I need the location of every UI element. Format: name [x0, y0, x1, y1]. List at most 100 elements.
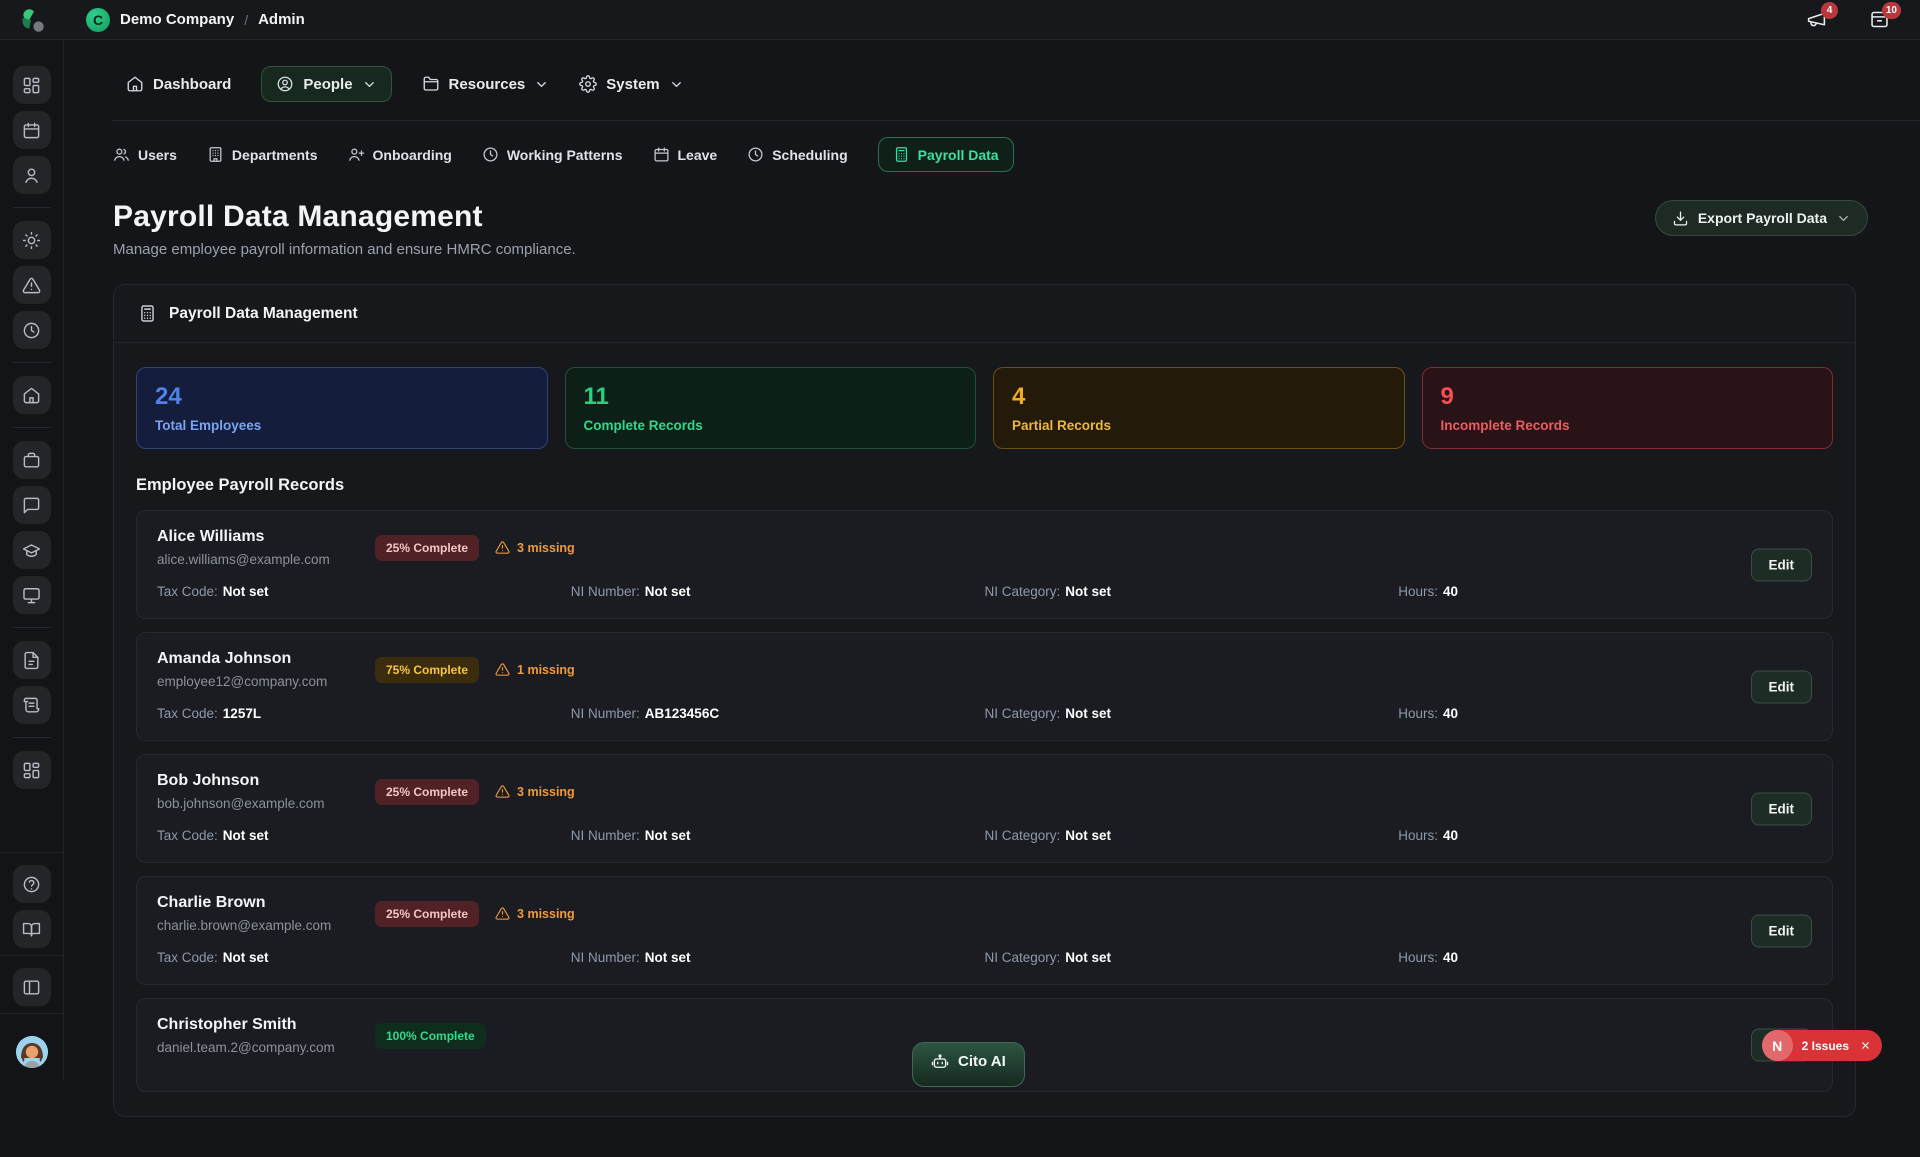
breadcrumb-section[interactable]: Admin — [258, 11, 305, 28]
app-logo[interactable] — [0, 5, 64, 35]
sidebar-item-learning[interactable] — [13, 531, 51, 569]
gear-icon — [579, 75, 597, 93]
employee-row: Bob Johnson bob.johnson@example.com 25% … — [136, 754, 1833, 863]
sun-icon — [22, 231, 41, 250]
breadcrumb-separator: / — [244, 12, 248, 28]
warning-triangle-icon — [495, 540, 510, 555]
chevron-down-icon — [534, 77, 549, 92]
sidebar-item-apps[interactable] — [13, 751, 51, 789]
field-ni-number: NI Number:Not set — [571, 584, 985, 599]
company-logo-icon — [17, 5, 47, 35]
sidebar-divider — [13, 737, 51, 738]
employee-row: Charlie Brown charlie.brown@example.com … — [136, 876, 1833, 985]
sidebar-item-history[interactable] — [13, 311, 51, 349]
tab-working-patterns[interactable]: Working Patterns — [482, 146, 623, 163]
user-avatar[interactable] — [16, 1036, 48, 1068]
field-tax-code: Tax Code:Not set — [157, 828, 571, 843]
completion-badge: 25% Complete — [375, 535, 479, 561]
payroll-panel: Payroll Data Management 24 Total Employe… — [113, 284, 1856, 1117]
sidebar-item-docs[interactable] — [13, 910, 51, 948]
sidebar-item-messages[interactable] — [13, 486, 51, 524]
export-payroll-button[interactable]: Export Payroll Data — [1655, 200, 1868, 236]
field-tax-code: Tax Code:Not set — [157, 584, 571, 599]
edit-button[interactable]: Edit — [1751, 548, 1813, 581]
breadcrumb: C Demo Company / Admin — [86, 8, 305, 32]
sidebar-item-devices[interactable] — [13, 576, 51, 614]
chevron-down-icon — [362, 77, 377, 92]
tab-onboarding[interactable]: Onboarding — [348, 146, 452, 163]
help-circle-icon — [22, 875, 41, 894]
nav-dashboard[interactable]: Dashboard — [126, 75, 231, 93]
clock-icon — [22, 321, 41, 340]
stat-label: Incomplete Records — [1441, 418, 1815, 433]
stat-card: 24 Total Employees — [136, 367, 548, 449]
announcements-button[interactable]: 4 — [1806, 9, 1827, 30]
edit-button[interactable]: Edit — [1751, 670, 1813, 703]
stat-card: 11 Complete Records — [565, 367, 977, 449]
stat-label: Partial Records — [1012, 418, 1386, 433]
stat-value: 11 — [584, 383, 958, 411]
people-tabs: Users Departments Onboarding Working Pat… — [113, 137, 1920, 172]
building-icon — [207, 146, 224, 163]
sidebar-collapse-button[interactable] — [13, 968, 51, 1006]
sidebar-item-home[interactable] — [13, 376, 51, 414]
issues-toast[interactable]: N 2 Issues — [1762, 1030, 1882, 1061]
employee-list: Alice Williams alice.williams@example.co… — [136, 510, 1833, 1092]
stat-label: Total Employees — [155, 418, 529, 433]
missing-indicator: 1 missing — [495, 662, 575, 677]
calculator-icon — [893, 146, 910, 163]
toast-close-button[interactable] — [1860, 1040, 1871, 1051]
stat-label: Complete Records — [584, 418, 958, 433]
sidebar-item-profile[interactable] — [13, 156, 51, 194]
breadcrumb-company[interactable]: Demo Company — [120, 11, 234, 28]
field-hours: Hours:40 — [1398, 950, 1812, 965]
file-text-icon — [22, 651, 41, 670]
tab-scheduling[interactable]: Scheduling — [747, 146, 847, 163]
sidebar-item-display[interactable] — [13, 221, 51, 259]
missing-indicator: 3 missing — [495, 906, 575, 921]
sidebar-item-calendar[interactable] — [13, 111, 51, 149]
sidebar-item-contracts[interactable] — [13, 686, 51, 724]
employee-email: daniel.team.2@company.com — [157, 1040, 375, 1055]
whats-new-button[interactable]: 10 — [1869, 9, 1890, 30]
field-ni-number: NI Number:Not set — [571, 950, 985, 965]
avatar-image — [16, 1036, 48, 1068]
employee-name: Charlie Brown — [157, 894, 375, 912]
employee-name: Alice Williams — [157, 528, 375, 546]
toast-avatar: N — [1762, 1030, 1793, 1061]
folder-icon — [422, 75, 440, 93]
field-ni-number: NI Number:AB123456C — [571, 706, 985, 721]
tab-payroll-data[interactable]: Payroll Data — [878, 137, 1014, 172]
chat-bubble-icon — [22, 496, 41, 515]
tab-leave[interactable]: Leave — [653, 146, 718, 163]
calendar-icon — [22, 121, 41, 140]
tab-departments[interactable]: Departments — [207, 146, 318, 163]
sidebar-item-work[interactable] — [13, 441, 51, 479]
company-badge-icon[interactable]: C — [86, 8, 110, 32]
field-tax-code: Tax Code:Not set — [157, 950, 571, 965]
edit-button[interactable]: Edit — [1751, 914, 1813, 947]
missing-indicator: 3 missing — [495, 540, 575, 555]
completion-badge: 100% Complete — [375, 1023, 486, 1049]
nav-resources[interactable]: Resources — [422, 75, 550, 93]
field-ni-category: NI Category:Not set — [985, 950, 1399, 965]
panel-title: Payroll Data Management — [169, 305, 358, 323]
scroll-icon — [22, 696, 41, 715]
field-hours: Hours:40 — [1398, 584, 1812, 599]
nav-people[interactable]: People — [261, 66, 391, 102]
sidebar-item-documents[interactable] — [13, 641, 51, 679]
briefcase-icon — [22, 451, 41, 470]
employee-name: Amanda Johnson — [157, 650, 375, 668]
sidebar-item-dashboard[interactable] — [13, 66, 51, 104]
sidebar-divider — [13, 207, 51, 208]
icon-sidebar — [0, 40, 64, 1080]
edit-button[interactable]: Edit — [1751, 792, 1813, 825]
sidebar-item-help[interactable] — [13, 865, 51, 903]
nav-system[interactable]: System — [579, 75, 683, 93]
employee-name: Christopher Smith — [157, 1016, 375, 1034]
sidebar-item-alerts[interactable] — [13, 266, 51, 304]
chevron-down-icon — [669, 77, 684, 92]
nav-label: System — [606, 76, 659, 93]
tab-users[interactable]: Users — [113, 146, 177, 163]
alert-triangle-icon — [22, 276, 41, 295]
